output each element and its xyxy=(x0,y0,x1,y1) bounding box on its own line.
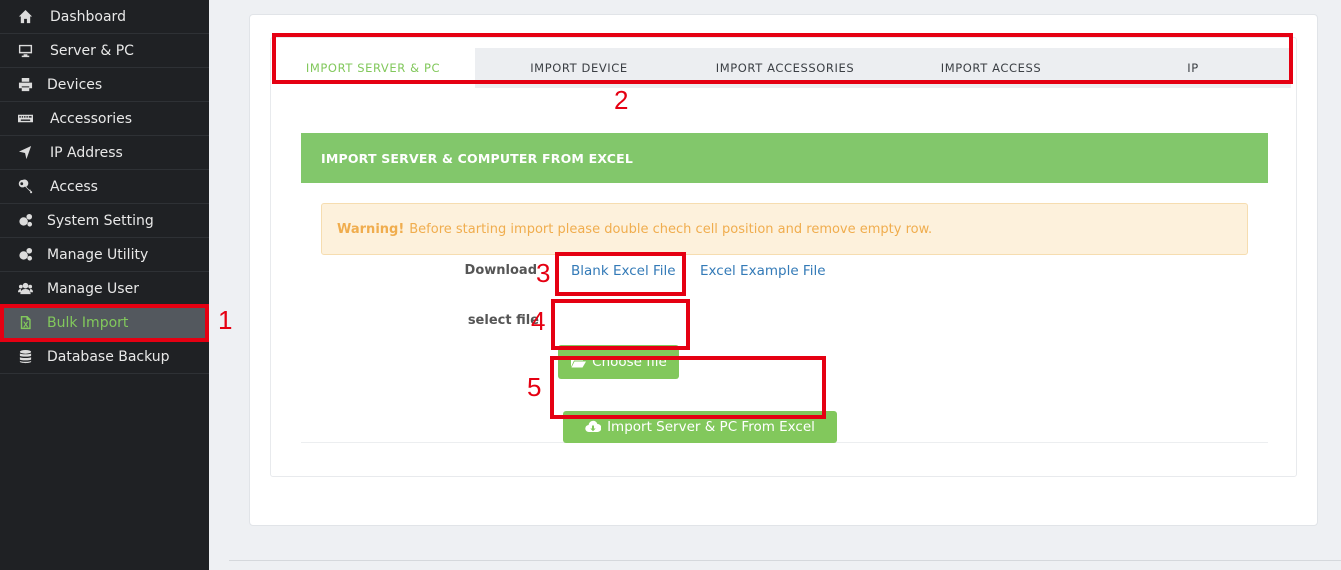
key-icon xyxy=(17,179,33,195)
sidebar-item-label: Bulk Import xyxy=(47,314,129,331)
sidebar-item-dashboard[interactable]: Dashboard xyxy=(0,0,209,34)
gears-icon xyxy=(17,247,33,263)
main-content: IMPORT SERVER & PC IMPORT DEVICE IMPORT … xyxy=(209,0,1341,570)
sidebar-item-label: Accessories xyxy=(50,110,133,127)
database-icon xyxy=(17,349,33,365)
download-label: Download xyxy=(464,263,537,278)
monitor-icon xyxy=(17,43,33,59)
import-card: IMPORT SERVER & PC IMPORT DEVICE IMPORT … xyxy=(270,37,1297,477)
tab-import-accessories[interactable]: IMPORT ACCESSORIES xyxy=(683,48,887,88)
annotation-number-3: 3 xyxy=(536,258,551,288)
annotation-number-1: 1 xyxy=(218,305,233,335)
tab-import-device[interactable]: IMPORT DEVICE xyxy=(475,48,683,88)
sidebar-item-database-backup[interactable]: Database Backup xyxy=(0,340,209,374)
sidebar-item-label: System Setting xyxy=(47,212,154,229)
sidebar-item-label: Server & PC xyxy=(50,42,134,59)
sidebar-item-label: Manage User xyxy=(47,280,139,297)
printer-icon xyxy=(17,77,33,93)
tab-import-server-pc[interactable]: IMPORT SERVER & PC xyxy=(271,48,475,88)
sidebar-item-server-pc[interactable]: Server & PC xyxy=(0,34,209,68)
panel-body: Warning! Before starting import please d… xyxy=(301,183,1268,443)
keyboard-icon xyxy=(17,111,33,127)
home-icon xyxy=(17,9,33,25)
gears-icon xyxy=(17,213,33,229)
sidebar-item-label: Dashboard xyxy=(50,8,126,25)
location-arrow-icon xyxy=(17,145,33,161)
sidebar-item-manage-utility[interactable]: Manage Utility xyxy=(0,238,209,272)
tab-ip[interactable]: IP xyxy=(1095,48,1291,88)
sidebar-item-accessories[interactable]: Accessories xyxy=(0,102,209,136)
excel-example-link[interactable]: Excel Example File xyxy=(700,263,826,279)
sidebar-item-ip-address[interactable]: IP Address xyxy=(0,136,209,170)
choose-file-button[interactable]: Choose file xyxy=(558,345,679,379)
footer-divider xyxy=(229,560,1341,561)
folder-open-icon xyxy=(571,357,587,368)
import-button[interactable]: Import Server & PC From Excel xyxy=(563,411,837,443)
panel-title: IMPORT SERVER & COMPUTER FROM EXCEL xyxy=(301,133,1268,183)
annotation-number-2: 2 xyxy=(614,85,629,115)
sidebar-item-system-setting[interactable]: System Setting xyxy=(0,204,209,238)
sidebar-item-label: IP Address xyxy=(50,144,123,161)
annotation-number-5: 5 xyxy=(527,372,542,402)
annotation-number-4: 4 xyxy=(531,306,546,336)
sidebar-item-manage-user[interactable]: Manage User xyxy=(0,272,209,306)
tab-bar: IMPORT SERVER & PC IMPORT DEVICE IMPORT … xyxy=(271,48,1291,88)
tab-import-access[interactable]: IMPORT ACCESS xyxy=(887,48,1095,88)
warning-alert: Warning! Before starting import please d… xyxy=(321,203,1248,255)
sidebar-item-label: Database Backup xyxy=(47,348,170,365)
cloud-download-icon xyxy=(585,420,602,433)
warning-label: Warning! xyxy=(337,221,405,237)
content-card: IMPORT SERVER & PC IMPORT DEVICE IMPORT … xyxy=(249,14,1318,526)
blank-excel-link[interactable]: Blank Excel File xyxy=(571,263,676,279)
sidebar-item-devices[interactable]: Devices xyxy=(0,68,209,102)
choose-file-label: Choose file xyxy=(592,354,667,370)
sidebar-item-label: Access xyxy=(50,178,98,195)
file-excel-icon xyxy=(17,315,33,331)
select-file-label: select file xyxy=(467,313,539,328)
sidebar-item-bulk-import[interactable]: Bulk Import xyxy=(0,306,209,340)
users-icon xyxy=(17,281,33,297)
warning-text: Before starting import please double che… xyxy=(409,221,933,237)
sidebar-item-access[interactable]: Access xyxy=(0,170,209,204)
sidebar: Dashboard Server & PC Devices Accessorie… xyxy=(0,0,209,570)
sidebar-item-label: Manage Utility xyxy=(47,246,149,263)
import-button-label: Import Server & PC From Excel xyxy=(607,419,815,435)
sidebar-item-label: Devices xyxy=(47,76,103,93)
